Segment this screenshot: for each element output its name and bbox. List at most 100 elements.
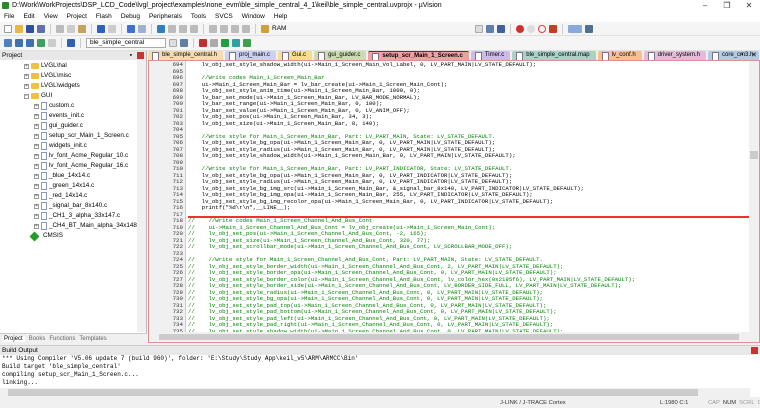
project-scrollbar[interactable] xyxy=(137,60,146,332)
file-extensions-icon[interactable] xyxy=(210,39,218,47)
expand-icon[interactable]: + xyxy=(24,63,29,69)
batch-build-icon[interactable] xyxy=(37,39,45,47)
browse-icon[interactable] xyxy=(497,24,505,33)
editor-horizontal-scrollbar[interactable] xyxy=(149,332,759,342)
menu-file[interactable]: File xyxy=(4,13,14,20)
find-in-files-icon[interactable] xyxy=(261,24,269,33)
tree-file[interactable]: + events_init.c xyxy=(34,111,84,121)
target-options-icon[interactable] xyxy=(180,39,188,47)
manage-run-time-icon[interactable] xyxy=(243,39,251,47)
target-select[interactable]: ble_simple_central xyxy=(86,38,166,48)
cut-icon[interactable] xyxy=(56,24,64,33)
expand-icon[interactable]: + xyxy=(34,133,39,139)
close-panel-icon[interactable] xyxy=(137,52,144,59)
tree-file[interactable]: + widgets_init.c xyxy=(34,141,87,151)
tree-folder[interactable]: + LVGL\misc xyxy=(24,71,71,81)
tab-setup-scr-main-1-screen-c[interactable]: setup_scr_Main_1_Screen.c xyxy=(368,51,469,62)
undo-icon[interactable] xyxy=(97,24,105,33)
build-horizontal-scrollbar[interactable] xyxy=(0,388,750,397)
expand-icon[interactable]: + xyxy=(24,73,29,79)
menu-tools[interactable]: Tools xyxy=(191,13,206,20)
tree-file[interactable]: + _CH4_BT_Main_alpha_34x148.c xyxy=(34,221,142,231)
code-line[interactable]: lv_obj_set_style_shadow_width(ui->Main_1… xyxy=(188,152,516,160)
panel-tab-functions[interactable]: Functions xyxy=(49,336,75,342)
download-icon[interactable] xyxy=(67,39,75,47)
tab-ble-simple-central-h[interactable]: ble_simple_central.h xyxy=(148,51,224,61)
tree-file[interactable]: + lv_font_Acme_Regular_16.c xyxy=(34,161,128,171)
save-all-icon[interactable] xyxy=(37,24,45,33)
save-icon[interactable] xyxy=(26,24,34,33)
tree-file[interactable]: + setup_scr_Main_1_Screen.c xyxy=(34,131,129,141)
expand-icon[interactable]: + xyxy=(34,153,39,159)
navigate-back-icon[interactable] xyxy=(127,24,135,33)
menu-peripherals[interactable]: Peripherals xyxy=(149,13,182,20)
menu-window[interactable]: Window xyxy=(242,13,265,20)
menu-svcs[interactable]: SVCS xyxy=(215,13,233,20)
expand-icon[interactable]: + xyxy=(24,83,29,89)
tab-close-icon[interactable]: ✕ xyxy=(751,51,757,59)
tab-timer-c[interactable]: Timer.c xyxy=(470,51,511,61)
code-line[interactable]: lv_obj_set_size(ui->Main_1_Screen_Main_B… xyxy=(188,120,380,128)
rebuild-icon[interactable] xyxy=(26,39,34,47)
incremental-find-icon[interactable] xyxy=(486,24,494,33)
menu-debug[interactable]: Debug xyxy=(121,13,140,20)
tab-gui-guider-c[interactable]: gui_guider.c xyxy=(314,51,367,61)
prev-bookmark-icon[interactable] xyxy=(168,24,176,33)
breakpoint-icon[interactable] xyxy=(527,24,535,33)
kill-breakpoints-icon[interactable] xyxy=(549,24,557,33)
panel-tab-templates[interactable]: Templates xyxy=(79,336,106,342)
paste-icon[interactable] xyxy=(78,24,86,33)
tree-file[interactable]: + _blue_14x14.c xyxy=(34,171,90,181)
configure-icon[interactable] xyxy=(585,24,593,33)
pack-installer-icon[interactable] xyxy=(221,39,229,47)
expand-icon[interactable]: + xyxy=(34,213,39,219)
close-build-output-icon[interactable] xyxy=(751,347,758,354)
tab-ble-simple-central-map[interactable]: ble_simple_central.map xyxy=(512,51,596,61)
menu-help[interactable]: Help xyxy=(274,13,287,20)
tree-file[interactable]: + _green_14x14.c xyxy=(34,181,94,191)
tab-driver-system-h[interactable]: driver_system.h xyxy=(643,51,707,61)
tree-file[interactable]: + gui_guider.c xyxy=(34,121,83,131)
tree-file[interactable]: + _CH1_3_alpha_33x147.c xyxy=(34,211,120,221)
tab-gui-c[interactable]: Gui.c xyxy=(278,51,313,61)
redo-icon[interactable] xyxy=(108,24,116,33)
menu-view[interactable]: View xyxy=(44,13,58,20)
build-icon[interactable] xyxy=(15,39,23,47)
tree-file[interactable]: + _signal_bar_8x140.c xyxy=(34,201,107,211)
expand-icon[interactable]: + xyxy=(34,163,39,169)
disable-breakpoints-icon[interactable] xyxy=(538,24,546,33)
open-file-icon[interactable] xyxy=(15,24,23,33)
expand-icon[interactable]: + xyxy=(34,143,39,149)
expand-icon[interactable]: − xyxy=(24,93,29,99)
start-debug-icon[interactable] xyxy=(516,24,524,33)
copy-icon[interactable] xyxy=(67,24,75,33)
tree-cmsis[interactable]: CMSIS xyxy=(29,231,63,241)
code-editor[interactable]: 694 695 696 697 698 699 700 701 702 703 704 705 706 7… xyxy=(148,60,760,343)
window-layout-icon[interactable] xyxy=(568,24,582,33)
clear-bookmarks-icon[interactable] xyxy=(190,24,198,33)
build-output-text[interactable]: *** Using Compiler 'V5.06 update 7 (buil… xyxy=(0,355,760,387)
indent-icon[interactable] xyxy=(209,24,217,33)
next-bookmark-icon[interactable] xyxy=(179,24,187,33)
comment-icon[interactable] xyxy=(231,24,239,33)
ram-combo[interactable]: RAM xyxy=(272,25,472,32)
select-pack-icon[interactable] xyxy=(232,39,240,47)
stop-build-icon[interactable] xyxy=(48,39,56,47)
dropdown-icon[interactable] xyxy=(475,24,483,33)
target-dropdown-icon[interactable] xyxy=(169,39,177,47)
expand-icon[interactable]: + xyxy=(34,223,39,229)
close-button[interactable]: ✕ xyxy=(738,0,760,11)
expand-icon[interactable]: + xyxy=(34,103,39,109)
tree-folder[interactable]: − GUI xyxy=(24,91,52,101)
new-file-icon[interactable] xyxy=(4,24,12,33)
bookmark-icon[interactable] xyxy=(157,24,165,33)
code-line[interactable]: lv_obj_set_style_shadow_width(ui->Main_1… xyxy=(188,61,537,69)
pin-icon[interactable]: ▪ xyxy=(130,51,132,60)
tab-lv-conf-h[interactable]: lv_conf.h xyxy=(597,51,642,61)
unindent-icon[interactable] xyxy=(220,24,228,33)
menu-project[interactable]: Project xyxy=(67,13,87,20)
expand-icon[interactable]: + xyxy=(34,193,39,199)
tree-file[interactable]: + _red_14x14.c xyxy=(34,191,87,201)
expand-icon[interactable]: + xyxy=(34,123,39,129)
tree-folder[interactable]: + LVGL\widgets xyxy=(24,81,80,91)
